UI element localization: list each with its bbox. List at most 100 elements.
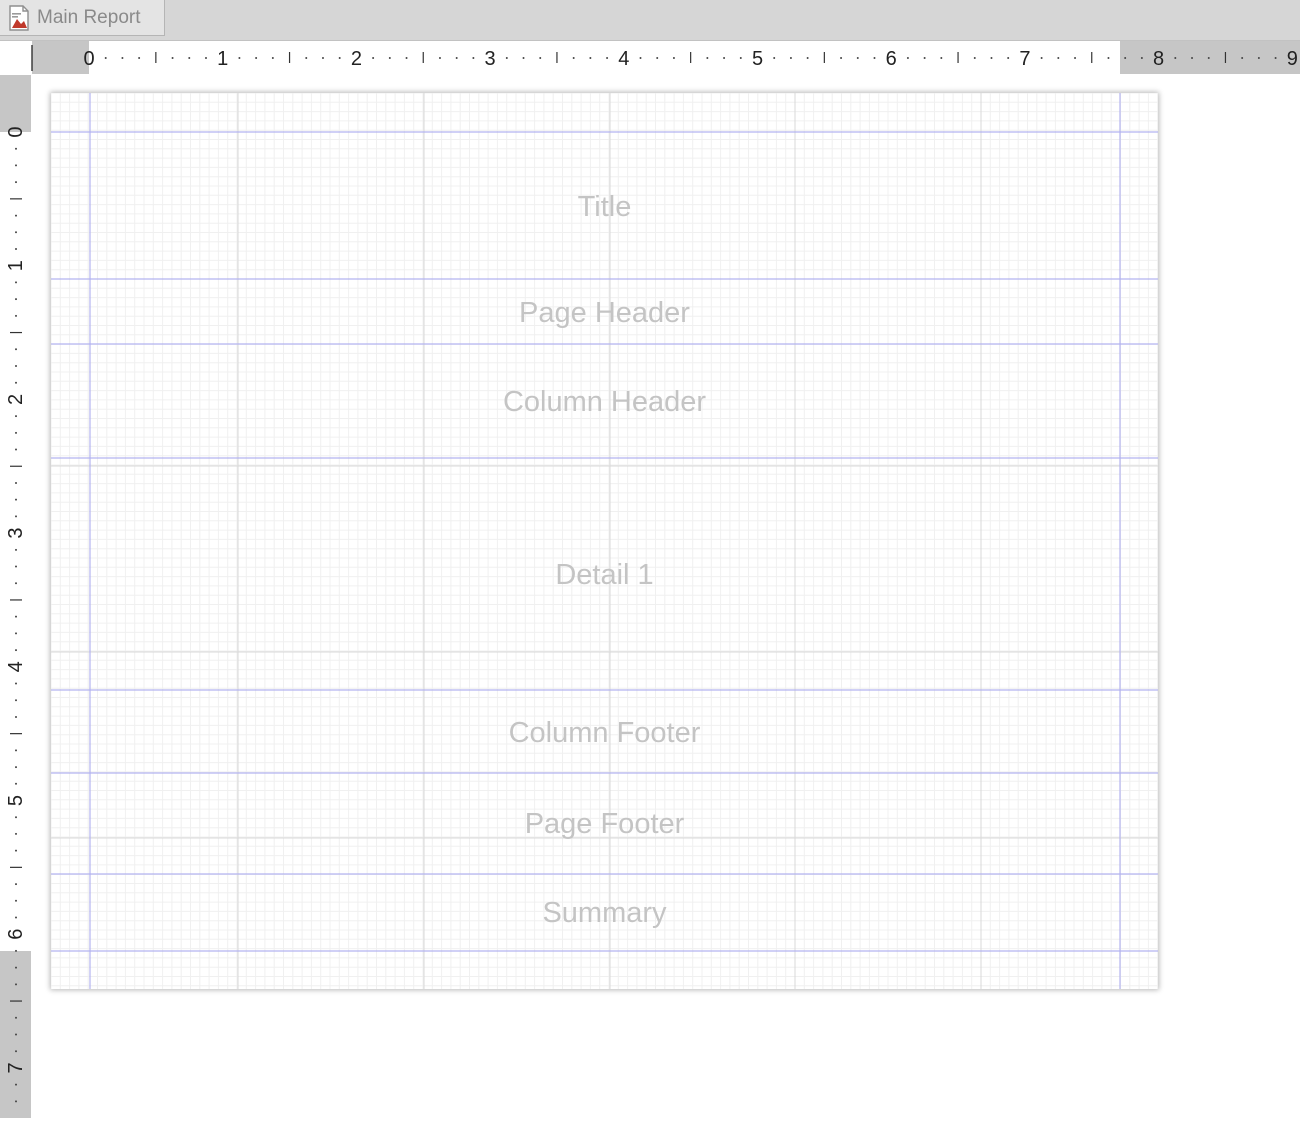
h-ruler-tick-minor [539, 57, 542, 59]
h-ruler-tick-minor [271, 57, 274, 59]
v-ruler-tick-minor [15, 381, 17, 384]
band-label[interactable]: Title [51, 190, 1158, 224]
tab-main-report[interactable]: Main Report [0, 0, 165, 36]
v-ruler-tick-minor [15, 582, 17, 585]
v-ruler-label: 4 [5, 661, 27, 672]
v-ruler-tick-minor [15, 314, 17, 317]
h-ruler-tick-minor [1057, 57, 1060, 59]
v-ruler-label: 3 [5, 528, 27, 539]
band-label[interactable]: Summary [51, 896, 1158, 930]
h-ruler-tick-minor [940, 57, 943, 59]
h-ruler-tick-minor [589, 57, 592, 59]
h-ruler-tick-minor [338, 57, 341, 59]
h-ruler-tick-minor [789, 57, 792, 59]
h-ruler-tick-minor [806, 57, 809, 59]
h-ruler-label: 8 [1153, 48, 1164, 70]
h-ruler-tick-minor [723, 57, 726, 59]
v-ruler-tick-minor [15, 548, 17, 551]
h-ruler-tick-minor [706, 57, 709, 59]
h-ruler-label: 6 [886, 48, 897, 70]
h-ruler-tick-minor [873, 57, 876, 59]
h-ruler-tick-minor [455, 57, 458, 59]
v-ruler-label: 7 [5, 1062, 27, 1073]
v-ruler-tick-minor [15, 832, 17, 835]
h-ruler-tick-minor [572, 57, 575, 59]
h-ruler-tick-minor [840, 57, 843, 59]
v-ruler-tick-minor [15, 766, 17, 769]
horizontal-ruler[interactable]: 0 1 2 3 4 5 6 7 8 9 [0, 41, 1300, 75]
v-ruler-tick-minor [15, 649, 17, 652]
h-ruler-tick-minor [1274, 57, 1277, 59]
v-ruler-tick-minor [15, 448, 17, 451]
h-ruler-label: 9 [1287, 48, 1298, 70]
h-ruler-label: 2 [351, 48, 362, 70]
h-ruler-tick-minor [1140, 57, 1143, 59]
ruler-margin-left [32, 41, 89, 74]
h-ruler-tick-minor [321, 57, 324, 59]
h-ruler-tick-minor [1241, 57, 1244, 59]
horizontal-ruler-svg: 0 1 2 3 4 5 6 7 8 9 [31, 41, 1300, 74]
h-ruler-tick-minor [188, 57, 191, 59]
v-ruler-tick-minor [15, 883, 17, 886]
h-ruler-label: 3 [485, 48, 496, 70]
v-ruler-label: 1 [5, 260, 27, 271]
tab-bar: Main Report [0, 0, 1300, 41]
h-ruler-tick-minor [388, 57, 391, 59]
h-ruler-tick-minor [990, 57, 993, 59]
h-ruler-tick-minor [255, 57, 258, 59]
v-ruler-tick-minor [15, 214, 17, 217]
h-ruler-label: 4 [618, 48, 629, 70]
h-ruler-tick-minor [1074, 57, 1077, 59]
report-icon [9, 4, 29, 31]
design-grid [51, 93, 1158, 989]
v-ruler-tick-minor [15, 348, 17, 351]
h-ruler-tick-minor [505, 57, 508, 59]
v-ruler-tick-minor [15, 682, 17, 685]
h-ruler-tick-minor [923, 57, 926, 59]
band-label[interactable]: Page Header [51, 296, 1158, 330]
v-ruler-tick-minor [15, 899, 17, 902]
h-ruler-tick-minor [1124, 57, 1127, 59]
h-ruler-tick-minor [438, 57, 441, 59]
v-ruler-tick-minor [15, 1083, 17, 1086]
v-ruler-tick-minor [15, 916, 17, 919]
design-canvas[interactable]: Title Page Header Column Header Detail 1 Col… [32, 75, 1300, 1118]
v-ruler-tick-minor [15, 281, 17, 284]
v-ruler-tick-minor [15, 1050, 17, 1053]
h-ruler-tick-minor [305, 57, 308, 59]
h-ruler-tick-minor [856, 57, 859, 59]
v-ruler-tick-minor [15, 481, 17, 484]
h-ruler-tick-minor [773, 57, 776, 59]
v-ruler-tick-minor [15, 749, 17, 752]
h-ruler-tick-minor [1007, 57, 1010, 59]
band-label[interactable]: Column Footer [51, 716, 1158, 750]
h-ruler-tick-minor [656, 57, 659, 59]
h-ruler-tick-minor [1040, 57, 1043, 59]
h-ruler-tick-minor [639, 57, 642, 59]
vertical-ruler-svg: 0 1 2 3 4 5 6 7 [0, 75, 31, 1118]
h-ruler-tick-minor [606, 57, 609, 59]
h-ruler-tick-minor [672, 57, 675, 59]
v-ruler-tick-minor [15, 298, 17, 301]
v-ruler-tick-minor [15, 415, 17, 418]
v-ruler-tick-minor [15, 849, 17, 852]
v-ruler-label: 0 [5, 126, 27, 137]
v-ruler-tick-minor [15, 147, 17, 150]
ruler-margin-top [0, 75, 31, 132]
v-ruler-tick-minor [15, 181, 17, 184]
h-ruler-tick-minor [973, 57, 976, 59]
band-label[interactable]: Detail 1 [51, 558, 1158, 592]
h-ruler-tick-minor [1174, 57, 1177, 59]
band-label[interactable]: Page Footer [51, 807, 1158, 841]
band-label[interactable]: Column Header [51, 385, 1158, 419]
v-ruler-tick-minor [15, 966, 17, 969]
h-ruler-tick-minor [1207, 57, 1210, 59]
h-ruler-tick-minor [121, 57, 124, 59]
h-ruler-tick-minor [171, 57, 174, 59]
report-page[interactable]: Title Page Header Column Header Detail 1 Col… [51, 93, 1158, 989]
v-ruler-tick-minor [15, 782, 17, 785]
v-ruler-tick-minor [15, 1016, 17, 1019]
h-ruler-tick-minor [472, 57, 475, 59]
vertical-ruler[interactable]: 0 1 2 3 4 5 6 7 [0, 75, 32, 1118]
v-ruler-tick-minor [15, 431, 17, 434]
